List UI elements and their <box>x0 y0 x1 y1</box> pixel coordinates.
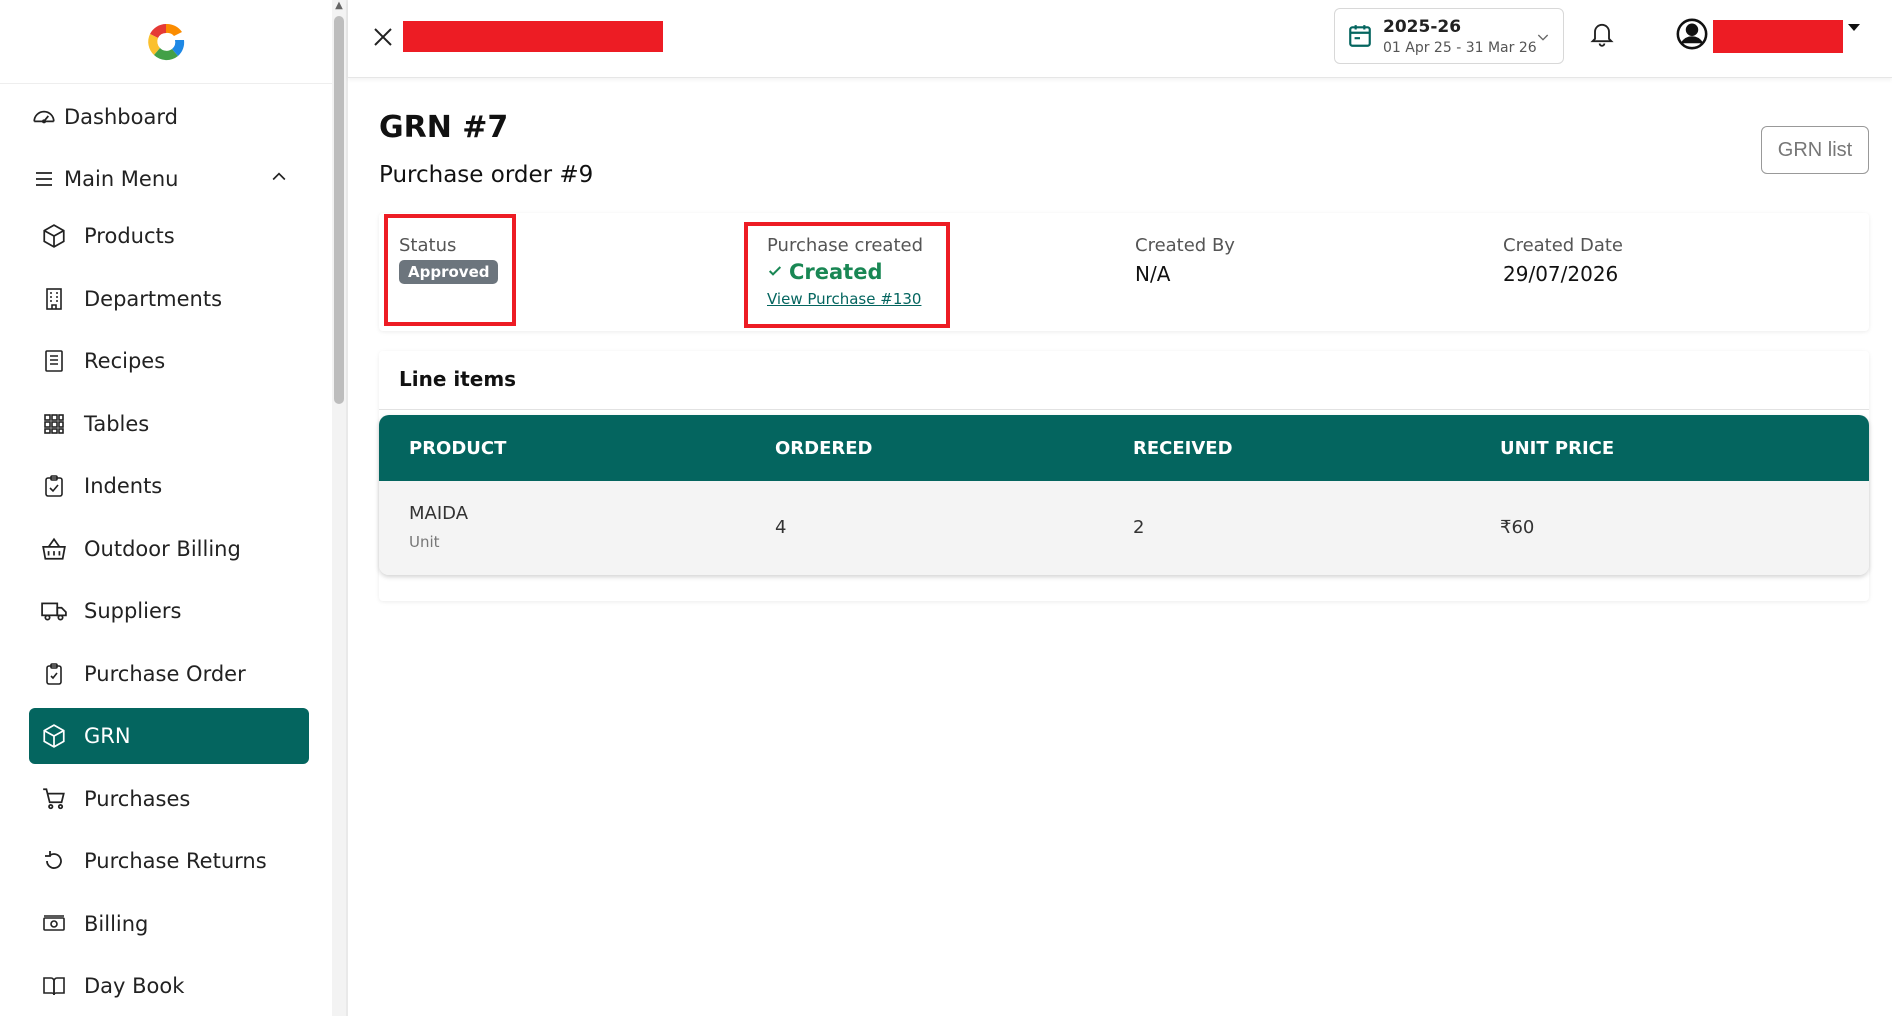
sidebar-item-label: Departments <box>84 287 223 311</box>
sidebar-item-label: Suppliers <box>84 599 182 623</box>
sidebar-item-purchase-returns[interactable]: Purchase Returns <box>29 833 309 889</box>
building-icon <box>39 284 69 314</box>
truck-icon <box>39 596 69 626</box>
sidebar-item-label: Main Menu <box>64 167 179 191</box>
sidebar-item-label: Outdoor Billing <box>84 537 241 561</box>
sidebar-item-purchase-order[interactable]: Purchase Order <box>29 646 309 702</box>
close-icon <box>374 28 392 46</box>
sidebar-item-day-book[interactable]: Day Book <box>29 958 309 1014</box>
cart-icon <box>39 784 69 814</box>
sidebar-item-label: Purchases <box>84 787 191 811</box>
refresh-icon <box>39 846 69 876</box>
sidebar-item-label: Purchase Returns <box>84 849 267 873</box>
user-menu-button[interactable] <box>1675 17 1709 55</box>
created-date-section: Created Date 29/07/2026 <box>1503 235 1623 286</box>
sidebar-item-label: Dashboard <box>64 105 178 129</box>
sidebar-item-grn[interactable]: GRN <box>29 708 309 764</box>
table-row: MAIDA Unit 4 2 ₹60 <box>379 481 1869 575</box>
calendar-icon <box>1347 23 1373 53</box>
sidebar-item-products[interactable]: Products <box>29 208 309 264</box>
unit-price: ₹60 <box>1500 517 1535 538</box>
grid-icon <box>39 409 69 439</box>
clipboard-check-icon <box>39 659 69 689</box>
sidebar-item-indents[interactable]: Indents <box>29 458 309 514</box>
purchase-created-highlight-box <box>744 222 950 328</box>
financial-year-range: 01 Apr 25 - 31 Mar 26 <box>1383 40 1537 56</box>
status-highlight-box <box>384 214 516 326</box>
scroll-up-arrow-icon[interactable]: ▲ <box>333 0 345 12</box>
box-icon <box>39 221 69 251</box>
sidebar-item-label: Billing <box>84 912 149 936</box>
menu-icon <box>29 164 59 194</box>
line-items-title: Line items <box>399 367 517 391</box>
sidebar-item-label: GRN <box>84 724 131 748</box>
basket-icon <box>39 534 69 564</box>
received-qty: 2 <box>1133 517 1145 538</box>
column-header-ordered[interactable]: ORDERED <box>775 438 873 459</box>
chevron-down-icon <box>1535 29 1551 49</box>
notifications-button[interactable] <box>1588 18 1616 52</box>
column-header-received[interactable]: RECEIVED <box>1133 438 1233 459</box>
chevron-up-icon[interactable] <box>269 167 289 192</box>
created-by-section: Created By N/A <box>1135 235 1235 286</box>
top-header: 2025-26 01 Apr 25 - 31 Mar 26 <box>348 0 1892 78</box>
user-avatar-icon <box>1676 18 1708 50</box>
bell-icon <box>1590 23 1614 47</box>
grn-list-button[interactable]: GRN list <box>1761 126 1869 174</box>
financial-year: 2025-26 <box>1383 17 1462 37</box>
receipt-icon <box>39 346 69 376</box>
sidebar-item-label: Purchase Order <box>84 662 246 686</box>
clipboard-icon <box>39 471 69 501</box>
line-items-divider <box>379 409 1869 410</box>
logo-area <box>0 0 332 84</box>
created-date-value: 29/07/2026 <box>1503 262 1619 286</box>
cash-icon <box>39 909 69 939</box>
product-unit: Unit <box>409 533 440 551</box>
sidebar-item-label: Products <box>84 224 175 248</box>
gauge-icon <box>29 102 59 132</box>
sidebar-item-tables[interactable]: Tables <box>29 396 309 452</box>
sidebar: Dashboard Main Menu Products Departments… <box>0 0 332 1016</box>
sidebar-item-dashboard[interactable]: Dashboard <box>19 89 299 145</box>
created-by-value: N/A <box>1135 262 1171 286</box>
sidebar-item-purchases[interactable]: Purchases <box>29 771 309 827</box>
main-content: GRN #7 Purchase order #9 GRN list Status… <box>348 78 1892 1016</box>
sidebar-item-recipes[interactable]: Recipes <box>29 333 309 389</box>
sidebar-item-label: Indents <box>84 474 163 498</box>
sidebar-item-label: Tables <box>84 412 150 436</box>
box-icon <box>39 721 69 751</box>
user-menu-caret-icon[interactable] <box>1848 24 1860 31</box>
line-items-card: Line items PRODUCT ORDERED RECEIVED UNIT… <box>379 351 1869 601</box>
line-items-table: PRODUCT ORDERED RECEIVED UNIT PRICE MAID… <box>379 415 1869 575</box>
redacted-business-name <box>403 21 663 52</box>
product-name: MAIDA <box>409 503 469 524</box>
book-icon <box>39 971 69 1001</box>
sidebar-scrollbar-thumb[interactable] <box>334 16 344 404</box>
sidebar-item-suppliers[interactable]: Suppliers <box>29 583 309 639</box>
sidebar-item-main-menu[interactable]: Main Menu <box>19 151 299 207</box>
page-title: GRN #7 <box>379 110 509 145</box>
column-header-unit-price[interactable]: UNIT PRICE <box>1500 438 1614 459</box>
financial-year-selector[interactable]: 2025-26 01 Apr 25 - 31 Mar 26 <box>1334 8 1564 64</box>
sidebar-item-label: Recipes <box>84 349 166 373</box>
sidebar-item-billing[interactable]: Billing <box>29 896 309 952</box>
sidebar-item-departments[interactable]: Departments <box>29 271 309 327</box>
grn-info-card: Status Approved Purchase created Created… <box>379 213 1869 331</box>
sidebar-item-outdoor-billing[interactable]: Outdoor Billing <box>29 521 309 577</box>
table-header: PRODUCT ORDERED RECEIVED UNIT PRICE <box>379 415 1869 481</box>
column-header-product[interactable]: PRODUCT <box>409 438 506 459</box>
close-button[interactable] <box>368 22 398 52</box>
app-logo[interactable] <box>144 20 188 64</box>
created-by-label: Created By <box>1135 235 1235 256</box>
sidebar-item-label: Day Book <box>84 974 185 998</box>
purchase-order-subtitle: Purchase order #9 <box>379 162 594 188</box>
created-date-label: Created Date <box>1503 235 1623 256</box>
ordered-qty: 4 <box>775 517 787 538</box>
redacted-user-name <box>1713 20 1843 53</box>
